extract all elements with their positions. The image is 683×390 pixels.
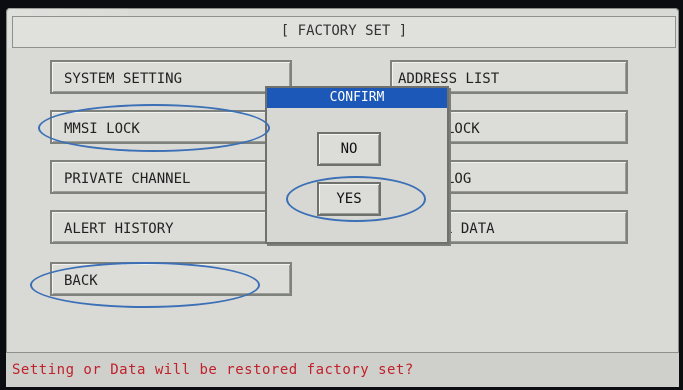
back-button[interactable]: BACK	[50, 262, 292, 296]
status-bar: Setting or Data will be restored factory…	[6, 352, 679, 387]
mmsi-lock-button[interactable]: MMSI LOCK	[50, 110, 292, 144]
alert-history-button[interactable]: ALERT HISTORY	[50, 210, 292, 244]
no-button[interactable]: NO	[317, 132, 381, 166]
private-channel-button[interactable]: PRIVATE CHANNEL	[50, 160, 292, 194]
yes-button[interactable]: YES	[317, 182, 381, 216]
confirm-dialog: CONFIRM NO YES	[265, 86, 449, 244]
dialog-title: CONFIRM	[267, 88, 447, 108]
system-setting-button[interactable]: SYSTEM SETTING	[50, 60, 292, 94]
title-bar: [ FACTORY SET ]	[12, 16, 676, 48]
page-title: [ FACTORY SET ]	[280, 23, 408, 39]
status-message: Setting or Data will be restored factory…	[12, 362, 414, 378]
